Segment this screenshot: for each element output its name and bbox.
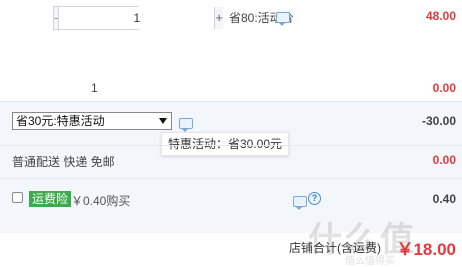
discount-select-value: 省30元:特惠活动 <box>16 114 105 128</box>
increase-quantity-button[interactable]: + <box>214 7 223 29</box>
discount-tooltip: 特惠活动：省30.00元 <box>161 132 290 156</box>
order-item-panel: - + 省80:活动价 48.00 1 0.00 省30元:特惠活动 -30.0… <box>0 0 462 267</box>
row-divider <box>0 145 462 146</box>
help-icon[interactable]: ? <box>308 192 321 205</box>
insurance-price: ￥0.40购买 <box>71 194 131 208</box>
discount-amount: -30.00 <box>421 114 456 128</box>
discount-comment-icon[interactable] <box>179 118 193 132</box>
insurance-comment-icon[interactable] <box>293 196 307 210</box>
quantity-display: 1 <box>91 81 98 95</box>
quantity-input[interactable] <box>59 7 215 29</box>
insurance-amount: 0.40 <box>432 192 456 206</box>
dropdown-arrow-icon <box>159 118 167 124</box>
promo-comment-icon[interactable] <box>276 12 290 26</box>
store-total-label: 店铺合计(含运费) <box>289 241 381 255</box>
quantity-stepper: - + <box>53 6 223 30</box>
item-price: 48.00 <box>425 9 456 23</box>
shipping-method: 普通配送 快递 免邮 <box>12 155 115 169</box>
row-divider <box>0 178 462 179</box>
shipping-amount: 0.00 <box>432 153 456 167</box>
shipping-insurance-badge: 运费险 <box>29 191 72 207</box>
item-subtotal: 0.00 <box>432 81 456 95</box>
discount-select[interactable]: 省30元:特惠活动 <box>12 112 172 130</box>
insurance-checkbox[interactable] <box>12 192 23 203</box>
store-total-value: ￥18.00 <box>396 240 456 259</box>
